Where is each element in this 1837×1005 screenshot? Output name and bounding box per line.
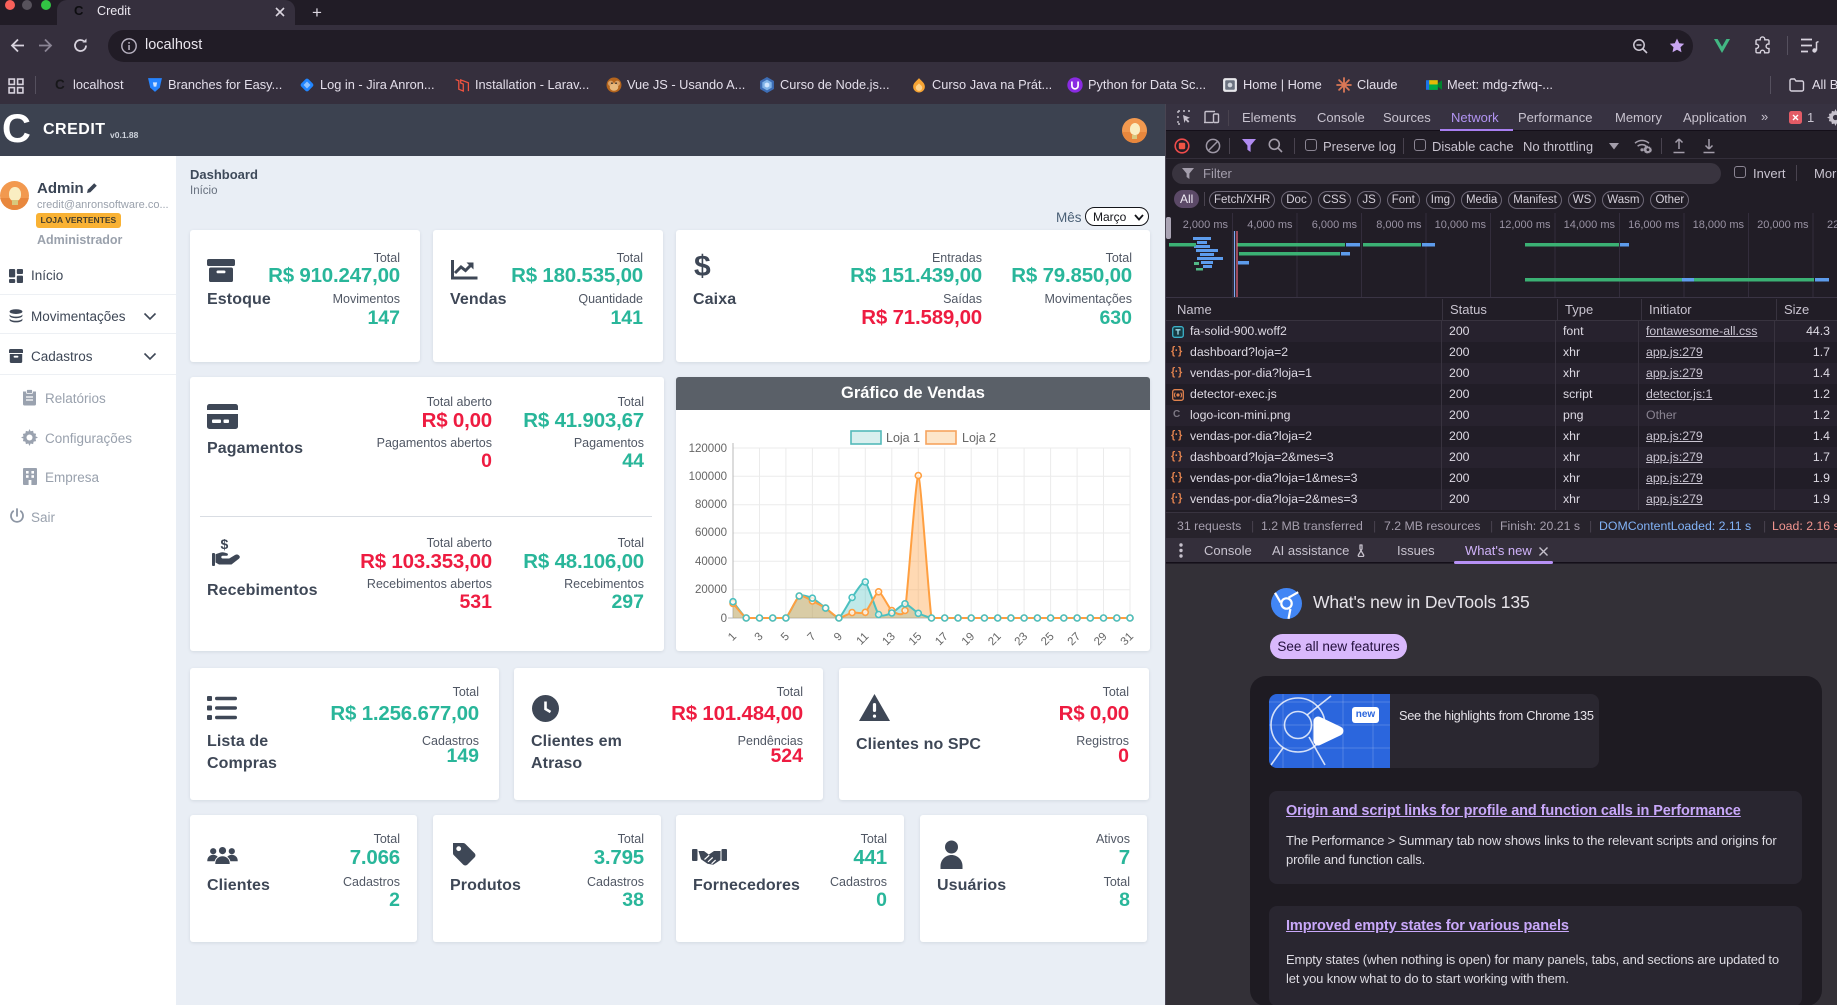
svg-text:20,000 ms: 20,000 ms — [1757, 219, 1809, 231]
svg-text:80000: 80000 — [695, 499, 727, 511]
svg-text:40000: 40000 — [695, 556, 727, 568]
svg-text:60000: 60000 — [695, 527, 727, 539]
svg-text:31: 31 — [1119, 631, 1137, 649]
svg-text:120000: 120000 — [689, 443, 727, 455]
svg-text:6,000 ms: 6,000 ms — [1312, 219, 1358, 231]
svg-text:13: 13 — [880, 631, 898, 649]
svg-text:18,000 ms: 18,000 ms — [1693, 219, 1745, 231]
svg-text:100000: 100000 — [689, 471, 727, 483]
svg-text:16,000 ms: 16,000 ms — [1628, 219, 1680, 231]
svg-text:Loja 2: Loja 2 — [962, 431, 996, 445]
svg-text:21: 21 — [986, 631, 1004, 649]
svg-text:1: 1 — [726, 631, 739, 644]
svg-text:12,000 ms: 12,000 ms — [1499, 219, 1551, 231]
svg-text:14,000 ms: 14,000 ms — [1564, 219, 1616, 231]
svg-text:9: 9 — [832, 631, 845, 644]
svg-text:Loja 1: Loja 1 — [886, 431, 920, 445]
svg-text:2,000 ms: 2,000 ms — [1183, 219, 1229, 231]
svg-text:17: 17 — [933, 631, 951, 649]
svg-text:19: 19 — [960, 631, 978, 649]
svg-text:3: 3 — [753, 631, 766, 644]
svg-text:8,000 ms: 8,000 ms — [1376, 219, 1422, 231]
svg-text:0: 0 — [721, 613, 727, 625]
svg-text:27: 27 — [1066, 631, 1084, 649]
svg-text:7: 7 — [806, 631, 819, 644]
svg-text:22,0: 22,0 — [1827, 219, 1837, 231]
svg-text:20000: 20000 — [695, 584, 727, 596]
svg-text:4,000 ms: 4,000 ms — [1247, 219, 1293, 231]
svg-text:15: 15 — [907, 631, 925, 649]
svg-text:25: 25 — [1039, 631, 1057, 649]
svg-text:11: 11 — [854, 631, 871, 648]
svg-text:23: 23 — [1013, 631, 1031, 649]
svg-text:5: 5 — [779, 631, 792, 644]
svg-text:29: 29 — [1092, 631, 1110, 649]
svg-text:$: $ — [221, 536, 229, 552]
svg-text:10,000 ms: 10,000 ms — [1435, 219, 1487, 231]
